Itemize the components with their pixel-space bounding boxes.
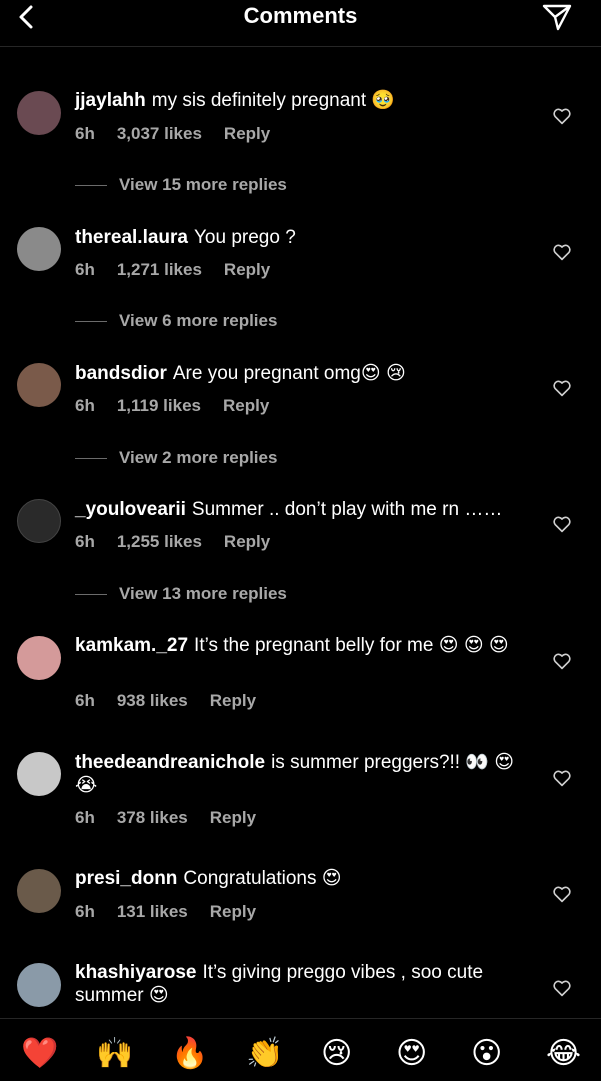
- view-more-replies[interactable]: View 13 more replies: [75, 584, 287, 604]
- comment-username[interactable]: kamkam._27: [75, 635, 188, 656]
- heart-icon[interactable]: [552, 769, 572, 787]
- comment-meta: 6h 1,271 likes Reply: [75, 260, 292, 280]
- emoji-clap-button[interactable]: 👏: [246, 1037, 283, 1071]
- heart-icon[interactable]: [552, 379, 572, 397]
- quick-emoji-bar: [0, 1018, 601, 1081]
- reply-button[interactable]: Reply: [210, 691, 256, 710]
- page-title: Comments: [243, 3, 358, 28]
- comment-text-block: khashiyarose It’s giving preggo vibes , s…: [75, 961, 525, 1007]
- view-more-label: View 6 more replies: [119, 311, 278, 330]
- comment-emoji: 😍 😍 😍: [438, 635, 509, 656]
- emoji-heart-button[interactable]: ❤️: [21, 1037, 58, 1071]
- comment-text-block: _youlovearii Summer .. don’t play with me…: [75, 498, 535, 521]
- comment-time: 6h: [75, 532, 95, 551]
- comments-header: Comments: [0, 0, 601, 47]
- avatar[interactable]: [17, 499, 61, 543]
- divider: [75, 185, 107, 187]
- emoji-raised-hands-button[interactable]: 🙌: [96, 1037, 133, 1071]
- comment-likes[interactable]: 131 likes: [117, 902, 188, 921]
- avatar[interactable]: [17, 636, 61, 680]
- reply-button[interactable]: Reply: [210, 808, 256, 827]
- comment-username[interactable]: theedeandreanichole: [75, 752, 265, 773]
- comment-meta: 6h 3,037 likes Reply: [75, 124, 292, 144]
- avatar[interactable]: [17, 363, 61, 407]
- emoji-laughing-button[interactable]: 😂: [546, 1037, 581, 1071]
- view-more-replies[interactable]: View 6 more replies: [75, 311, 277, 331]
- comment-emoji: 😍: [321, 868, 342, 889]
- comment-time: 6h: [75, 260, 95, 279]
- view-more-replies[interactable]: View 15 more replies: [75, 175, 287, 195]
- comment-meta: 6h 378 likes Reply: [75, 808, 278, 828]
- comment-text: It’s the pregnant belly for me: [194, 635, 434, 656]
- comment-emoji: 😍: [148, 985, 169, 1006]
- comment-text: Summer .. don’t play with me rn ……: [191, 499, 503, 520]
- comment-likes[interactable]: 1,255 likes: [117, 532, 202, 551]
- reply-button[interactable]: Reply: [224, 124, 270, 143]
- comment-username[interactable]: khashiyarose: [75, 962, 196, 983]
- comment-meta: 6h 1,119 likes Reply: [75, 396, 291, 416]
- heart-icon[interactable]: [552, 652, 572, 670]
- comment-likes[interactable]: 3,037 likes: [117, 124, 202, 143]
- heart-icon[interactable]: [552, 107, 572, 125]
- comment-meta: 6h 1,255 likes Reply: [75, 532, 292, 552]
- comment-likes[interactable]: 938 likes: [117, 691, 188, 710]
- comment-likes[interactable]: 1,119 likes: [117, 396, 201, 415]
- view-more-label: View 15 more replies: [119, 175, 287, 194]
- paper-plane-icon[interactable]: [541, 2, 573, 32]
- comment-likes[interactable]: 378 likes: [117, 808, 188, 827]
- avatar[interactable]: [17, 752, 61, 796]
- comment-text-block: thereal.laura You prego ?: [75, 226, 535, 249]
- emoji-crying-button[interactable]: 😢: [321, 1037, 352, 1071]
- comment-username[interactable]: thereal.laura: [75, 227, 188, 248]
- comment-meta: 6h 938 likes Reply: [75, 691, 278, 711]
- reply-button[interactable]: Reply: [223, 396, 269, 415]
- view-more-label: View 2 more replies: [119, 448, 278, 467]
- heart-icon[interactable]: [552, 243, 572, 261]
- emoji-heart-eyes-button[interactable]: 😍: [396, 1037, 427, 1071]
- heart-icon[interactable]: [552, 885, 572, 903]
- reply-button[interactable]: Reply: [210, 902, 256, 921]
- avatar[interactable]: [17, 963, 61, 1007]
- view-more-label: View 13 more replies: [119, 584, 287, 603]
- avatar[interactable]: [17, 869, 61, 913]
- comment-time: 6h: [75, 124, 95, 143]
- emoji-surprised-button[interactable]: 😮: [471, 1037, 502, 1071]
- comment-meta: 6h 131 likes Reply: [75, 902, 278, 922]
- emoji-fire-button[interactable]: 🔥: [171, 1037, 208, 1071]
- comment-username[interactable]: presi_donn: [75, 868, 177, 889]
- comment-time: 6h: [75, 808, 95, 827]
- comment-username[interactable]: _youlovearii: [75, 499, 186, 520]
- divider: [75, 458, 107, 460]
- comment-emoji: 🥹: [371, 90, 396, 111]
- comment-time: 6h: [75, 902, 95, 921]
- avatar[interactable]: [17, 91, 61, 135]
- comment-text-block: jjaylahh my sis definitely pregnant 🥹: [75, 89, 535, 112]
- reply-button[interactable]: Reply: [224, 532, 270, 551]
- comment-text: You prego ?: [194, 227, 296, 248]
- comment-text-block: theedeandreanichole is summer preggers?!!…: [75, 751, 525, 797]
- comment-text: my sis definitely pregnant: [151, 90, 367, 111]
- comment-text-block: presi_donn Congratulations 😍: [75, 867, 535, 890]
- divider: [75, 594, 107, 596]
- comment-text-block: bandsdior Are you pregnant omg😍 😢: [75, 362, 535, 385]
- comment-text-block: kamkam._27 It’s the pregnant belly for me…: [75, 634, 525, 657]
- avatar[interactable]: [17, 227, 61, 271]
- comment-emoji: 😍 😢: [360, 363, 406, 384]
- comment-text: Are you pregnant omg: [172, 363, 361, 384]
- view-more-replies[interactable]: View 2 more replies: [75, 448, 277, 468]
- comment-username[interactable]: jjaylahh: [75, 90, 146, 111]
- comment-text: is summer preggers?!!: [271, 752, 461, 773]
- comment-time: 6h: [75, 691, 95, 710]
- heart-icon[interactable]: [552, 515, 572, 533]
- comment-likes[interactable]: 1,271 likes: [117, 260, 202, 279]
- comment-time: 6h: [75, 396, 95, 415]
- heart-icon[interactable]: [552, 979, 572, 997]
- comment-username[interactable]: bandsdior: [75, 363, 167, 384]
- reply-button[interactable]: Reply: [224, 260, 270, 279]
- divider: [75, 321, 107, 323]
- comment-text: Congratulations: [183, 868, 317, 889]
